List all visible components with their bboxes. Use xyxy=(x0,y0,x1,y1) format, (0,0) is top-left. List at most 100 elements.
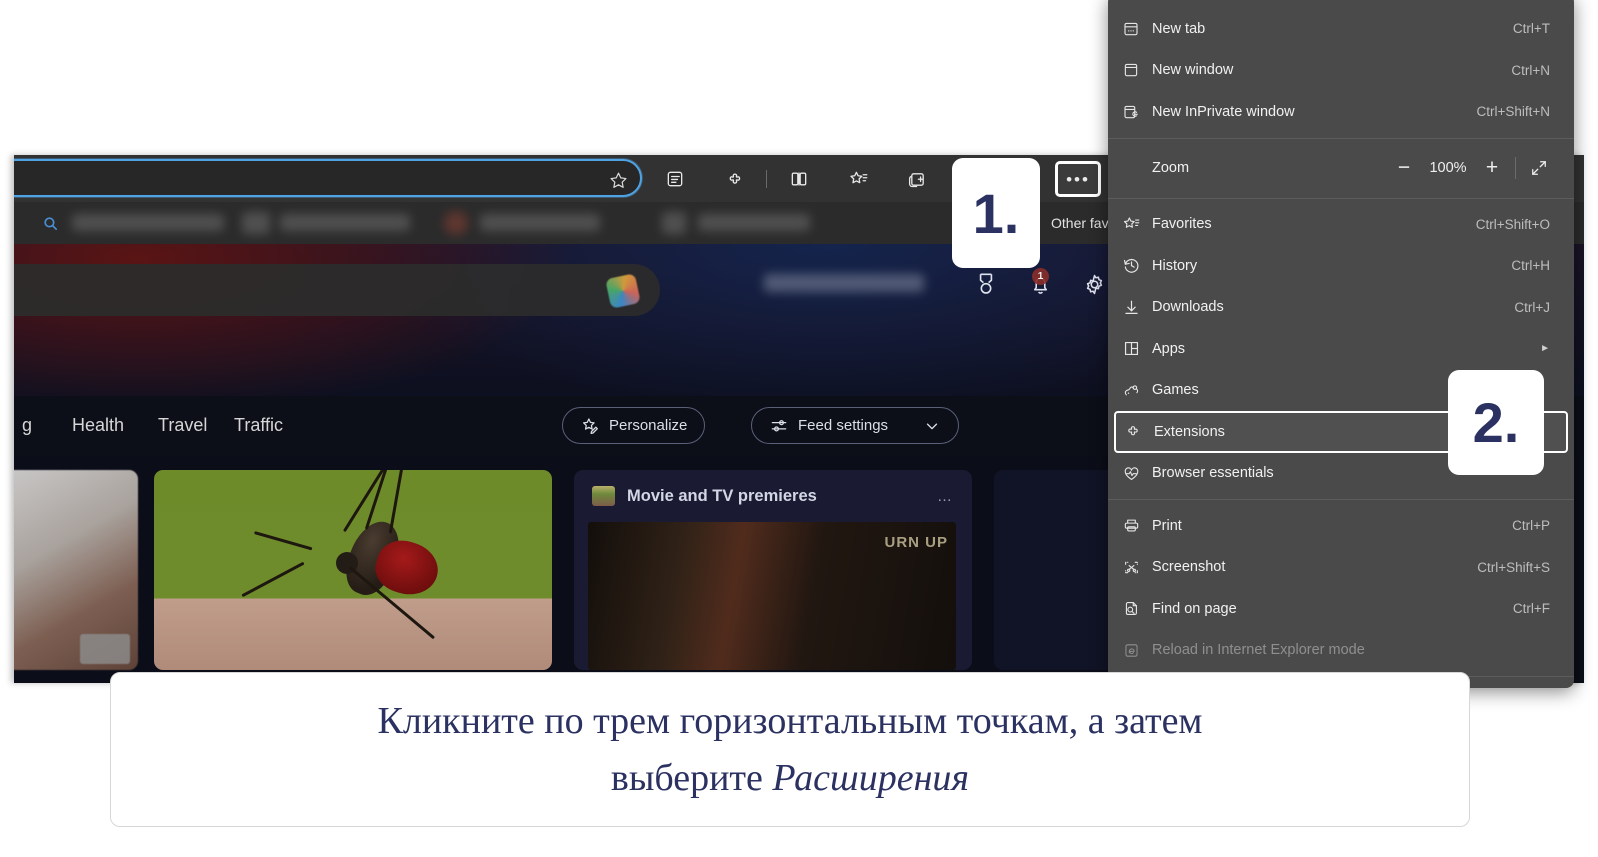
search-input[interactable] xyxy=(14,264,660,316)
feed-card-left[interactable] xyxy=(14,470,138,670)
personalize-button[interactable]: Personalize xyxy=(562,407,706,444)
menu-item-apps[interactable]: Apps ► xyxy=(1108,328,1574,370)
menu-item-accel: Ctrl+F xyxy=(1512,601,1550,617)
menu-item-screenshot[interactable]: Screenshot Ctrl+Shift+S xyxy=(1108,547,1574,589)
notification-badge: 1 xyxy=(1032,268,1049,285)
feed-settings-label: Feed settings xyxy=(798,417,889,434)
menu-item-accel: Ctrl+T xyxy=(1512,21,1550,37)
games-icon xyxy=(1122,379,1152,401)
favorite-item[interactable] xyxy=(698,214,810,231)
feed-card-mosquito[interactable] xyxy=(154,470,552,670)
menu-item-accel: Ctrl+Shift+N xyxy=(1476,104,1550,120)
more-options-button[interactable]: ••• xyxy=(1055,161,1101,197)
nav-link-traffic[interactable]: Traffic xyxy=(234,415,283,436)
zoom-divider xyxy=(1515,157,1516,179)
inprivate-icon xyxy=(1122,101,1152,123)
menu-item-new-tab[interactable]: New tab Ctrl+T xyxy=(1108,8,1574,50)
split-screen-icon[interactable] xyxy=(786,166,812,192)
callout-step-1: 1. xyxy=(952,158,1040,268)
zoom-label: Zoom xyxy=(1152,160,1190,176)
favorite-item[interactable] xyxy=(280,214,410,231)
favorites-icon xyxy=(1122,213,1152,235)
menu-item-accel: Ctrl+Shift+S xyxy=(1477,559,1550,575)
caption-line-2-prefix: выберите xyxy=(610,756,773,799)
edge-settings-menu: New tab Ctrl+T New window Ctrl+N New InP… xyxy=(1108,0,1574,688)
menu-item-label: Apps xyxy=(1152,340,1186,357)
settings-gear-icon[interactable] xyxy=(1080,270,1108,298)
favorites-icon[interactable] xyxy=(845,166,871,192)
nav-link-travel[interactable]: Travel xyxy=(158,415,207,436)
favorite-item[interactable] xyxy=(72,214,224,231)
clapperboard-icon xyxy=(592,486,615,506)
zoom-level-value: 100% xyxy=(1429,160,1467,176)
caption-line-2-emphasis: Расширения xyxy=(772,756,970,799)
other-favorites-label[interactable]: Other fav xyxy=(1051,215,1109,231)
zoom-out-button[interactable]: − xyxy=(1387,153,1421,183)
menu-item-accel: Ctrl+P xyxy=(1512,518,1550,534)
menu-item-print[interactable]: Print Ctrl+P xyxy=(1108,505,1574,547)
feed-settings-button[interactable]: Feed settings xyxy=(751,407,960,444)
new-window-icon xyxy=(1122,59,1152,81)
menu-item-reload-ie-mode: Reload in Internet Explorer mode xyxy=(1108,630,1574,672)
favorite-item[interactable] xyxy=(242,212,270,234)
favorite-item[interactable] xyxy=(480,214,600,231)
menu-item-label: Find on page xyxy=(1152,600,1237,617)
caption-line-1: Кликните по трем горизонтальным точкам, … xyxy=(377,699,1203,742)
menu-item-history[interactable]: History Ctrl+H xyxy=(1108,245,1574,287)
menu-item-label: Screenshot xyxy=(1152,559,1226,576)
favorite-item[interactable] xyxy=(444,211,468,235)
collections-icon[interactable] xyxy=(662,166,688,192)
nav-link-g[interactable]: g xyxy=(22,415,32,436)
new-tab-icon xyxy=(1122,18,1152,40)
menu-item-label: Reload in Internet Explorer mode xyxy=(1152,642,1365,659)
menu-divider xyxy=(1108,197,1574,199)
tab-actions-icon[interactable] xyxy=(904,166,930,192)
downloads-icon xyxy=(1122,296,1152,318)
menu-divider xyxy=(1108,137,1574,139)
menu-item-new-window[interactable]: New window Ctrl+N xyxy=(1108,50,1574,92)
menu-item-label: Favorites xyxy=(1152,216,1212,233)
menu-zoom-row: Zoom − 100% + xyxy=(1108,144,1574,193)
menu-item-accel: Ctrl+Shift+O xyxy=(1475,216,1550,232)
callout-step-2: 2. xyxy=(1448,370,1544,475)
submenu-arrow-icon: ► xyxy=(1540,343,1550,355)
find-on-page-icon xyxy=(1122,598,1152,620)
star-icon[interactable] xyxy=(606,168,630,192)
menu-item-label: New window xyxy=(1152,62,1234,79)
menu-item-accel: Ctrl+H xyxy=(1511,258,1550,274)
favorite-item[interactable] xyxy=(662,212,686,234)
user-account-label[interactable] xyxy=(764,274,924,292)
personalize-label: Personalize xyxy=(609,417,688,434)
sliders-icon xyxy=(769,416,789,436)
fullscreen-icon[interactable] xyxy=(1522,153,1556,183)
toolbar-divider xyxy=(766,170,767,188)
mosquito-leg xyxy=(241,562,305,598)
menu-item-label: History xyxy=(1152,257,1198,274)
history-icon xyxy=(1122,255,1152,277)
search-icon[interactable] xyxy=(42,215,59,232)
menu-item-label: Print xyxy=(1152,517,1182,534)
zoom-in-button[interactable]: + xyxy=(1475,153,1509,183)
card-thumbnail xyxy=(80,634,130,664)
print-icon xyxy=(1122,515,1152,537)
menu-item-label: Downloads xyxy=(1152,299,1224,316)
feed-card-movies[interactable]: Movie and TV premieres … URN UP xyxy=(574,470,972,670)
movies-card-photo: URN UP xyxy=(588,522,956,670)
extensions-puzzle-icon[interactable] xyxy=(722,166,748,192)
nav-link-health[interactable]: Health xyxy=(72,415,124,436)
menu-item-find-on-page[interactable]: Find on page Ctrl+F xyxy=(1108,588,1574,630)
browser-essentials-icon xyxy=(1122,462,1152,484)
menu-item-downloads[interactable]: Downloads Ctrl+J xyxy=(1108,287,1574,329)
copilot-icon[interactable] xyxy=(605,273,641,309)
menu-item-new-inprivate-window[interactable]: New InPrivate window Ctrl+Shift+N xyxy=(1108,91,1574,133)
instruction-caption: Кликните по трем горизонтальным точкам, … xyxy=(110,672,1470,827)
apps-icon xyxy=(1122,338,1152,360)
mosquito-leg xyxy=(388,470,406,534)
address-bar[interactable] xyxy=(14,159,642,197)
menu-item-favorites[interactable]: Favorites Ctrl+Shift+O xyxy=(1108,204,1574,246)
movies-card-header: Movie and TV premieres … xyxy=(574,470,972,522)
movies-card-more-icon[interactable]: … xyxy=(937,488,954,505)
rewards-medal-icon[interactable] xyxy=(972,270,1000,298)
internet-explorer-icon xyxy=(1122,639,1152,661)
menu-divider xyxy=(1108,499,1574,500)
